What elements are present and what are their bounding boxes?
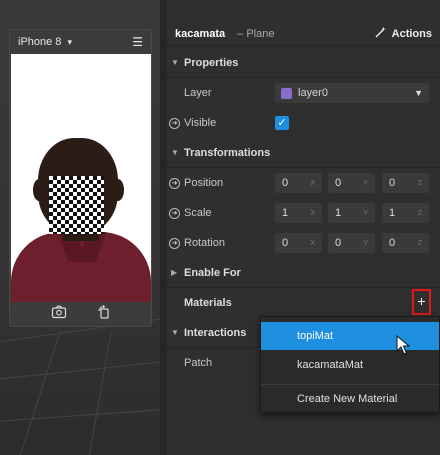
connect-arrow-icon[interactable]: ➔ — [169, 207, 180, 219]
field-value: 0 — [389, 177, 396, 189]
field-value: 0 — [335, 177, 342, 189]
axis-label: Y — [363, 179, 368, 187]
scene-viewport[interactable]: iPhone 8 ▾ ☰ — [0, 0, 160, 455]
scale-x-field[interactable]: 1X — [275, 203, 322, 223]
section-title: Interactions — [184, 326, 247, 339]
connect-arrow-icon[interactable]: ➔ — [169, 117, 180, 129]
expand-arrow-icon: ▼ — [171, 328, 179, 337]
section-title: Enable For — [184, 266, 241, 279]
property-scale: ➔ Scale 1X 1Y 1Z — [167, 198, 440, 228]
scale-label: Scale — [184, 207, 212, 219]
field-value: 0 — [335, 237, 342, 249]
rotation-y-field[interactable]: 0Y — [328, 233, 375, 253]
visible-label: Visible — [184, 117, 217, 129]
menu-item-topimat[interactable]: topiMat — [261, 322, 439, 350]
grid-line — [88, 330, 113, 455]
collapse-arrow-icon: ▶ — [171, 268, 178, 277]
object-type: – Plane — [237, 27, 275, 40]
actions-button[interactable]: Actions — [374, 26, 432, 42]
layer-value: layer0 — [298, 87, 328, 99]
connect-arrow-icon[interactable]: ➔ — [169, 177, 180, 189]
grid-line — [19, 330, 62, 455]
axis-label: X — [310, 209, 315, 217]
object-name: kacamata — [175, 27, 226, 40]
rotation-x-field[interactable]: 0X — [275, 233, 322, 253]
chevron-down-icon: ▼ — [414, 88, 423, 98]
section-enable-for[interactable]: ▶ Enable For — [167, 258, 440, 288]
field-value: 1 — [282, 207, 289, 219]
device-preview: iPhone 8 ▾ ☰ — [9, 29, 152, 327]
field-value: 0 — [282, 177, 289, 189]
field-value: 0 — [282, 237, 289, 249]
person-shirt — [11, 232, 151, 302]
rotation-z-field[interactable]: 0Z — [382, 233, 429, 253]
rotate-device-icon[interactable] — [97, 304, 111, 322]
inspector-header: kacamata – Plane Actions — [167, 22, 440, 46]
property-materials: Materials — [167, 288, 440, 318]
position-z-field[interactable]: 0Z — [382, 173, 429, 193]
layer-color-swatch — [281, 87, 292, 99]
expand-arrow-icon: ▼ — [171, 58, 179, 67]
actions-label: Actions — [391, 27, 432, 40]
axis-label: X — [310, 179, 315, 187]
connect-arrow-icon[interactable]: ➔ — [169, 237, 180, 249]
property-rotation: ➔ Rotation 0X 0Y 0Z — [167, 228, 440, 258]
section-title: Transformations — [184, 146, 271, 159]
materials-label: Materials — [184, 297, 232, 309]
grid-line — [0, 361, 160, 380]
device-name[interactable]: iPhone 8 — [18, 36, 61, 48]
menu-icon[interactable]: ☰ — [132, 35, 143, 49]
switch-camera-icon[interactable] — [51, 305, 67, 322]
property-layer: Layer layer0 ▼ — [167, 78, 440, 108]
section-title: Properties — [184, 56, 239, 69]
field-value: 0 — [389, 237, 396, 249]
add-material-button[interactable]: + — [412, 289, 431, 315]
panel-splitter[interactable] — [160, 0, 167, 455]
axis-label: Z — [417, 179, 422, 187]
section-properties[interactable]: ▼ Properties — [167, 48, 440, 78]
property-position: ➔ Position 0X 0Y 0Z — [167, 168, 440, 198]
position-y-field[interactable]: 0Y — [328, 173, 375, 193]
mouse-cursor-icon — [396, 335, 411, 355]
grid-line — [0, 409, 160, 422]
property-visible: ➔ Visible ✓ — [167, 108, 440, 138]
position-label: Position — [184, 177, 224, 189]
device-header: iPhone 8 ▾ ☰ — [10, 30, 151, 54]
section-transformations[interactable]: ▼ Transformations — [167, 138, 440, 168]
axis-label: Y — [363, 209, 368, 217]
patch-label: Patch — [184, 357, 213, 369]
visible-checkbox[interactable]: ✓ — [275, 116, 289, 130]
axis-label: X — [310, 239, 315, 247]
scale-y-field[interactable]: 1Y — [328, 203, 375, 223]
layer-select[interactable]: layer0 ▼ — [275, 83, 429, 103]
field-value: 1 — [335, 207, 342, 219]
magic-wand-icon — [374, 26, 387, 42]
layer-label: Layer — [184, 87, 212, 99]
position-x-field[interactable]: 0X — [275, 173, 322, 193]
chevron-down-icon[interactable]: ▾ — [67, 37, 72, 48]
expand-arrow-icon: ▼ — [171, 148, 179, 157]
rotation-label: Rotation — [184, 237, 225, 249]
axis-label: Z — [417, 209, 422, 217]
axis-label: Y — [363, 239, 368, 247]
menu-item-kacamatamat[interactable]: kacamataMat — [261, 351, 439, 379]
scale-z-field[interactable]: 1Z — [382, 203, 429, 223]
axis-label: Z — [417, 239, 422, 247]
material-dropdown-menu: topiMat kacamataMat Create New Material — [260, 316, 440, 413]
device-footer — [10, 300, 151, 326]
glasses-plane-checker — [49, 176, 104, 234]
field-value: 1 — [389, 207, 396, 219]
menu-item-create-new-material[interactable]: Create New Material — [261, 385, 439, 413]
camera-preview — [11, 54, 151, 302]
